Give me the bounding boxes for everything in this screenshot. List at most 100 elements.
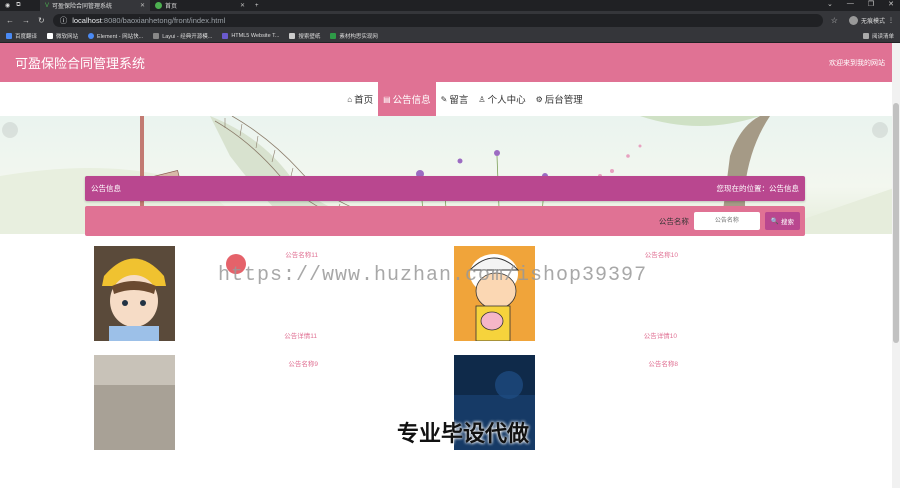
tab-title: 首页 — [165, 4, 178, 10]
avatar — [848, 15, 858, 25]
browser-tab[interactable]: 首页 ✕ — [150, 0, 250, 11]
window-menu-icon[interactable]: ◉ — [5, 2, 10, 9]
announcement-image[interactable] — [94, 355, 175, 450]
search-label: 公告名称 — [658, 216, 689, 226]
announcement-image[interactable] — [94, 246, 175, 341]
star-icon[interactable]: ☆ — [831, 16, 838, 25]
chevron-down-icon[interactable]: ⌄ — [827, 0, 833, 8]
announcement-card[interactable]: 公告名称9 — [85, 355, 445, 455]
nav-message[interactable]: ✎ 留言 — [436, 82, 474, 116]
bookmark-label: HTML5 Website T... — [231, 32, 280, 39]
forward-icon[interactable]: → — [22, 16, 30, 25]
tab-search-icon[interactable]: ⧉ — [16, 2, 20, 9]
welcome-text: 欢迎来到我的网站 — [829, 59, 885, 67]
list-icon: ▤ — [383, 94, 391, 104]
bookmark-item[interactable]: 素材构思实现网 — [330, 32, 378, 40]
section-title: 公告信息 — [91, 184, 121, 193]
bookmark-item[interactable]: Layui - 经典开源模... — [153, 32, 212, 40]
bookmark-label: 百度翻译 — [15, 33, 38, 40]
page-scrollbar[interactable] — [892, 43, 900, 488]
announcement-card[interactable]: 公告名称10 公告详情10 — [445, 246, 805, 346]
nav-label: 首页 — [354, 95, 374, 106]
announcement-detail[interactable]: 公告详情11 — [284, 330, 317, 340]
vue-favicon-icon: V — [45, 2, 50, 9]
tab-nav-buttons[interactable]: ◉ ⧉ — [0, 0, 40, 11]
globe-favicon-icon — [155, 2, 162, 9]
announcement-image[interactable] — [454, 246, 535, 341]
bookmark-icon — [222, 32, 229, 39]
page-content: 可盈保险合同管理系统 欢迎来到我的网站 ⌂ 首页 ▤ 公告信息 ✎ 留言 ♙ 个人中心 … — [0, 43, 900, 488]
nav-home[interactable]: ⌂ 首页 — [342, 82, 378, 116]
nav-profile[interactable]: ♙ 个人中心 — [473, 82, 530, 116]
announcement-title[interactable]: 公告名称11 — [285, 249, 318, 259]
reading-list[interactable]: 阅读清单 — [862, 32, 894, 40]
scrollbar-thumb[interactable] — [893, 103, 899, 343]
main-nav: ⌂ 首页 ▤ 公告信息 ✎ 留言 ♙ 个人中心 ⚙ 后台管理 — [0, 82, 900, 116]
bookmark-item[interactable]: HTML5 Website T... — [222, 32, 280, 39]
link-icon: ⚙ — [535, 94, 543, 104]
back-icon[interactable]: ← — [6, 16, 14, 25]
nav-label: 公告信息 — [392, 95, 431, 106]
bookmark-label: 搜索壁纸 — [298, 33, 321, 40]
bookmark-item[interactable]: Element - 网站快... — [88, 32, 143, 40]
close-tab-icon[interactable]: ✕ — [140, 2, 145, 9]
reload-icon[interactable]: ↻ — [38, 16, 45, 25]
url-path: :8080/baoxianhetong/front/index.html — [101, 15, 226, 25]
browser-tab-bar: ◉ ⧉ V 可盈保险合同管理系统 ✕ 首页 ✕ + ⌄ — ❐ ✕ — [0, 0, 900, 11]
address-toolbar: ← → ↻ ⓘ localhost:8080/baoxianhetong/fro… — [0, 11, 900, 29]
bookmark-item[interactable]: 搜索壁纸 — [289, 32, 320, 40]
profile-button[interactable]: 无痕模式 ⋮ — [848, 15, 894, 25]
nav-label: 留言 — [449, 95, 469, 106]
close-window-icon[interactable]: ✕ — [888, 0, 894, 8]
bookmark-item[interactable]: 微软网站 — [47, 32, 78, 40]
nav-announcements[interactable]: ▤ 公告信息 — [378, 82, 436, 116]
profile-label: 无痕模式 — [860, 18, 885, 25]
watermark-text: https://www.huzhan.com/ishop39397 — [218, 264, 648, 287]
nav-label: 个人中心 — [487, 95, 526, 106]
site-header: 可盈保险合同管理系统 欢迎来到我的网站 — [0, 43, 900, 82]
news-letters-image — [94, 355, 175, 450]
address-bar[interactable]: ⓘ localhost:8080/baoxianhetong/front/ind… — [52, 13, 823, 27]
info-icon: ⓘ — [59, 15, 68, 25]
announcement-title[interactable]: 公告名称9 — [288, 358, 318, 368]
url-host: localhost — [72, 15, 102, 25]
site-title: 可盈保险合同管理系统 — [15, 56, 146, 71]
maximize-icon[interactable]: ❐ — [868, 0, 874, 8]
search-button-label: 搜索 — [781, 219, 794, 226]
carousel-prev-icon[interactable] — [2, 122, 18, 138]
close-tab-icon[interactable]: ✕ — [240, 2, 245, 9]
search-input[interactable] — [693, 212, 760, 230]
browser-tab-active[interactable]: V 可盈保险合同管理系统 ✕ — [40, 0, 150, 11]
bookmarks-bar: 百度翻译 微软网站 Element - 网站快... Layui - 经典开源模… — [0, 29, 900, 43]
search-button[interactable]: 🔍 搜索 — [764, 212, 800, 230]
reading-list-icon — [862, 32, 869, 39]
carousel-next-icon[interactable] — [872, 122, 888, 138]
cartoon-boy-image — [454, 246, 535, 341]
breadcrumb: 公告信息 您现在的位置：公告信息 — [85, 176, 805, 201]
bookmark-label: Layui - 经典开源模... — [162, 33, 213, 40]
nav-label: 后台管理 — [544, 95, 583, 106]
minimize-icon[interactable]: — — [847, 0, 854, 8]
announcement-title[interactable]: 公告名称10 — [645, 249, 678, 259]
tab-title: 可盈保险合同管理系统 — [52, 4, 113, 10]
bookmark-label: Element - 网站快... — [97, 33, 144, 40]
bookmark-item[interactable]: 百度翻译 — [6, 32, 37, 40]
bookmark-icon — [289, 32, 296, 39]
promo-overlay-text: 专业毕设代做 — [397, 421, 530, 446]
home-icon: ⌂ — [347, 94, 353, 104]
pen-icon: ✎ — [440, 94, 448, 104]
search-icon: 🔍 — [770, 218, 779, 225]
announcement-detail[interactable]: 公告详情10 — [644, 330, 677, 340]
bookmark-label: 素材构思实现网 — [339, 33, 378, 40]
bookmark-icon — [47, 32, 54, 39]
nav-admin[interactable]: ⚙ 后台管理 — [531, 82, 588, 116]
announcement-title[interactable]: 公告名称8 — [648, 358, 678, 368]
more-icon[interactable]: ⋮ — [888, 17, 894, 24]
new-tab-button[interactable]: + — [250, 0, 264, 11]
announcement-card[interactable]: 公告名称11 公告详情11 — [85, 246, 445, 346]
search-bar: 公告名称 🔍搜索 — [85, 206, 805, 236]
bookmark-icon — [6, 32, 12, 39]
bookmark-icon — [330, 32, 337, 39]
bookmark-icon — [153, 32, 160, 39]
anime-boy-image — [94, 246, 175, 341]
